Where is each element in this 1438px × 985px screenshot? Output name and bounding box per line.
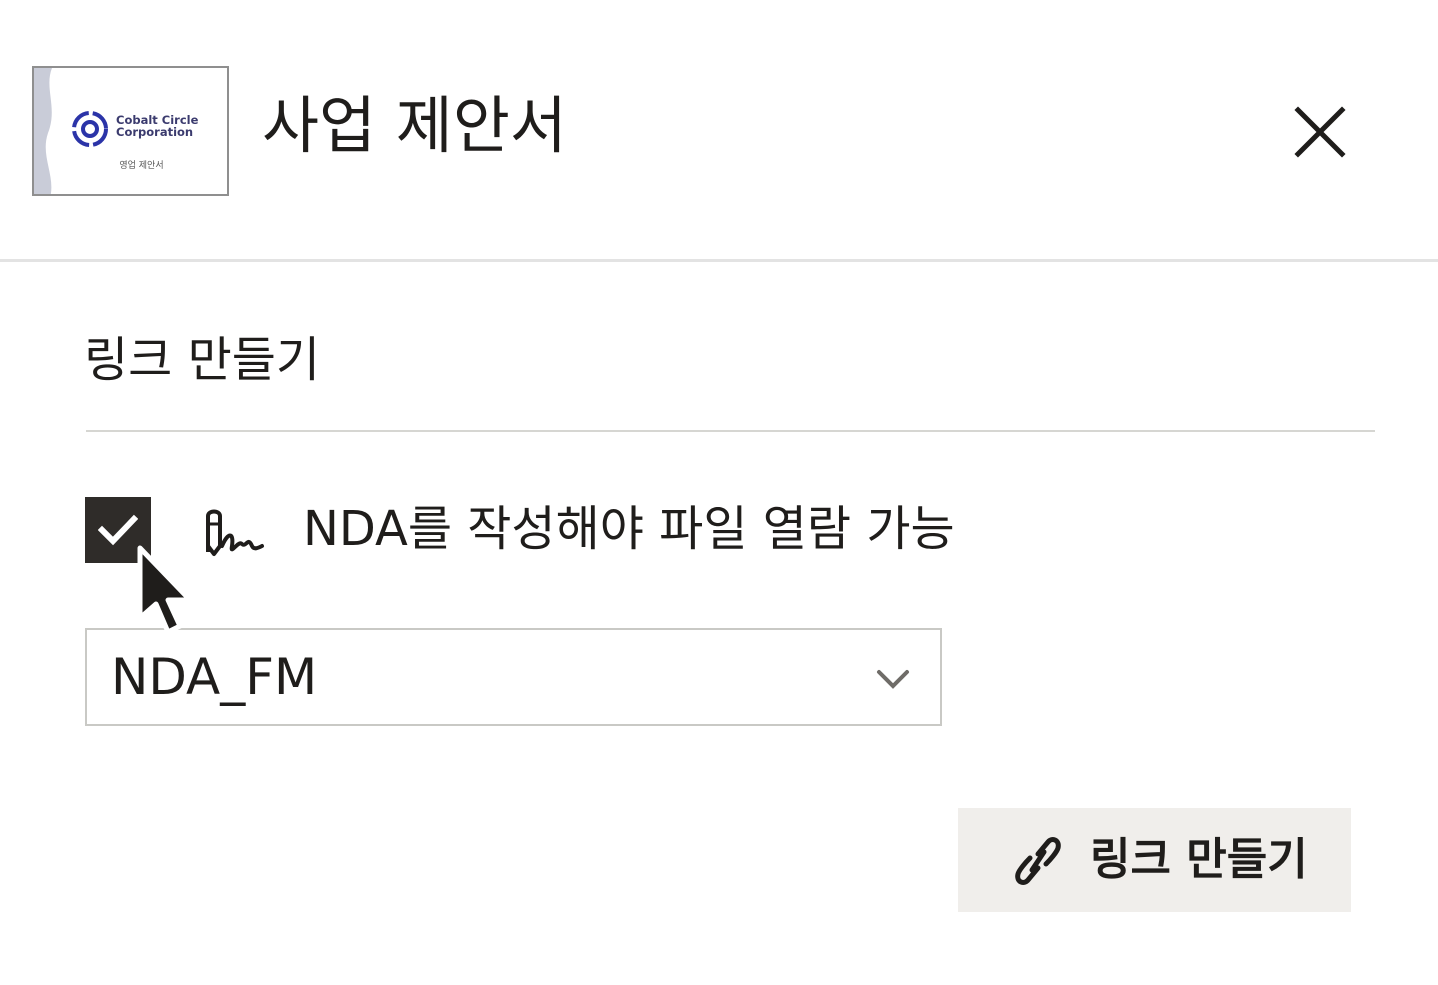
create-link-button[interactable]: 링크 만들기 bbox=[958, 808, 1351, 912]
dialog-title: 사업 제안서 bbox=[262, 89, 567, 162]
nda-required-label: NDA를 작성해야 파일 열람 가능 bbox=[303, 501, 955, 557]
dialog-header: Cobalt Circle Corporation 영업 제안서 사업 제안서 bbox=[0, 0, 1438, 262]
create-link-button-label: 링크 만들기 bbox=[1090, 834, 1308, 885]
chevron-down-icon bbox=[877, 670, 909, 689]
cobalt-circle-logo-icon bbox=[72, 111, 108, 147]
thumbnail-company-name: Cobalt Circle Corporation bbox=[116, 114, 198, 138]
close-button[interactable] bbox=[1284, 96, 1356, 168]
thumbnail-subtitle: 영업 제안서 bbox=[119, 161, 164, 171]
link-icon bbox=[1015, 837, 1061, 885]
checkmark-icon bbox=[98, 514, 138, 546]
section-divider bbox=[86, 430, 1375, 432]
nda-required-checkbox[interactable] bbox=[85, 497, 151, 563]
document-thumbnail: Cobalt Circle Corporation 영업 제안서 bbox=[32, 66, 229, 196]
signature-icon bbox=[206, 509, 264, 556]
close-icon bbox=[1294, 106, 1346, 158]
section-title: 링크 만들기 bbox=[84, 332, 321, 388]
nda-template-selected-value: NDA_FM bbox=[111, 648, 318, 706]
thumbnail-company-line2: Corporation bbox=[116, 125, 194, 139]
nda-template-select[interactable]: NDA_FM bbox=[85, 628, 942, 726]
thumbnail-wave-decoration bbox=[34, 68, 52, 194]
